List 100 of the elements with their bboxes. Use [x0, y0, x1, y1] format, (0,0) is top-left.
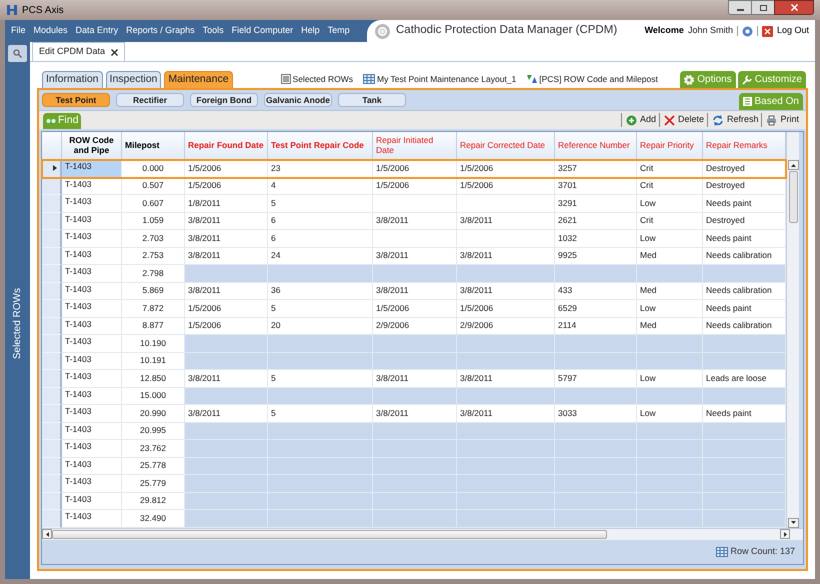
subtab[interactable]: Foreign Bond [190, 93, 258, 107]
menu-item[interactable]: Temp [328, 24, 350, 38]
table-row[interactable]: T-1403 2.753 3/8/2011 24 3/8/2011 3/8/2011 9925 Med Needs calibration [42, 248, 786, 265]
column-header[interactable]: Repair Corrected Date [457, 132, 555, 159]
side-panel-label[interactable]: Selected ROWs [10, 288, 25, 360]
table-row[interactable]: T-1403 7.872 1/5/2006 5 1/5/2006 1/5/2006 6529 Low Needs paint [42, 300, 786, 318]
table-cell: 2/9/2006 [373, 318, 457, 335]
table-cell: 20.995 [122, 422, 185, 440]
table-cell: Needs paint [703, 230, 786, 248]
subtab[interactable]: Tank [338, 93, 406, 107]
column-header[interactable]: Repair Priority [637, 132, 703, 159]
table-cell: 3/8/2011 [373, 370, 457, 388]
table-cell: Needs paint [703, 300, 786, 318]
table-cell: T-1403 [62, 492, 122, 510]
action-button[interactable]: Refresh [726, 113, 758, 127]
menu-item[interactable]: File [11, 24, 26, 38]
table-cell: T-1403 [62, 160, 122, 178]
table-row[interactable]: T-1403 8.877 1/5/2006 20 2/9/2006 2/9/2006 2114 Med Needs calibration [42, 318, 786, 335]
menu-item[interactable]: Modules [34, 24, 68, 38]
subtab[interactable]: Galvanic Anode [264, 93, 332, 107]
close-icon[interactable] [111, 48, 118, 56]
logo-ring-icon [375, 24, 390, 38]
table-row[interactable]: T-1403 20.990 3/8/2011 5 3/8/2011 3/8/2011 3033 Low Needs paint [42, 405, 786, 422]
tab[interactable]: Maintenance [164, 71, 233, 88]
maximize-button[interactable] [752, 0, 774, 15]
table-row[interactable]: T-1403 2.798 [42, 265, 786, 282]
table-cell: Needs calibration [703, 248, 786, 265]
table-row[interactable]: T-1403 29.812 [42, 492, 786, 510]
table-row[interactable]: T-1403 20.995 [42, 422, 786, 440]
menu-item[interactable]: Reports / Graphs [126, 24, 195, 38]
up-arrow-icon [790, 164, 796, 166]
menu-item[interactable]: Tools [202, 24, 224, 38]
binoculars-icon [46, 118, 56, 124]
table-row[interactable]: T-1403 23.762 [42, 440, 786, 458]
table-cell: Destroyed [703, 212, 786, 230]
table-cell: Needs calibration [703, 282, 786, 300]
table-cell: 7.872 [122, 300, 185, 318]
menu-item[interactable]: Data Entry [76, 24, 118, 38]
vertical-scrollbar[interactable] [786, 132, 799, 528]
action-button[interactable]: Print [780, 113, 799, 127]
document-tab[interactable]: Edit CPDM Data [32, 42, 126, 61]
action-button[interactable]: Add [640, 113, 656, 127]
table-cell: Low [637, 195, 703, 212]
table-cell: 1/5/2006 [185, 318, 268, 335]
column-header[interactable]: Repair Found Date [185, 132, 268, 159]
action-button[interactable]: Delete [678, 113, 704, 127]
table-cell: 6 [268, 212, 373, 230]
help-icon[interactable] [742, 26, 753, 36]
table-row[interactable]: T-1403 2.703 3/8/2011 6 1032 Low Needs paint [42, 230, 786, 248]
column-header[interactable]: Reference Number [555, 132, 637, 159]
toolbar-link[interactable]: Selected ROWs [292, 72, 353, 86]
table-cell: 32.490 [122, 510, 185, 528]
table-cell: 3257 [555, 160, 637, 178]
table-cell: 20 [268, 318, 373, 335]
table-cell: 1.059 [122, 212, 185, 230]
minimize-button[interactable] [728, 0, 752, 15]
tab[interactable]: Inspection [106, 71, 162, 88]
table-row[interactable]: T-1403 32.490 [42, 510, 786, 528]
column-header[interactable]: Repair Initiated Date [373, 132, 457, 159]
menu-item[interactable]: Help [301, 24, 320, 38]
table-cell: Med [637, 282, 703, 300]
logout-link[interactable]: Log Out [776, 24, 809, 38]
table-row[interactable]: T-1403 10.191 [42, 352, 786, 370]
user-name: John Smith [688, 24, 733, 38]
table-cell: Low [637, 370, 703, 388]
toolbar-link[interactable]: My Test Point Maintenance Layout_1 [377, 72, 516, 86]
close-box-icon[interactable] [762, 26, 773, 36]
table-row[interactable]: T-1403 25.779 [42, 475, 786, 492]
table-row[interactable]: T-1403 12.850 3/8/2011 5 3/8/2011 3/8/2011 5797 Low Leads are loose [42, 370, 786, 388]
subtab[interactable]: Rectifier [116, 93, 184, 107]
table-row[interactable]: T-1403 0.607 1/8/2011 5 3291 Low Needs paint [42, 195, 786, 212]
table-row[interactable]: T-1403 25.778 [42, 458, 786, 475]
table-row[interactable]: T-1403 1.059 3/8/2011 6 3/8/2011 3/8/2011 2621 Crit Destroyed [42, 212, 786, 230]
row-header[interactable] [42, 160, 62, 178]
table-row[interactable]: T-1403 15.000 [42, 388, 786, 405]
scroll-thumb[interactable] [788, 171, 798, 223]
subtab[interactable]: Test Point [42, 93, 110, 107]
table-cell: 5 [268, 370, 373, 388]
column-header[interactable]: Test Point Repair Code [268, 132, 373, 159]
toolbar-link[interactable]: [PCS] ROW Code and Milepost [539, 72, 658, 86]
table-cell: 5 [268, 195, 373, 212]
search-button[interactable] [8, 45, 27, 62]
close-button[interactable] [774, 0, 814, 15]
table-cell: T-1403 [62, 318, 122, 335]
search-icon [13, 49, 22, 58]
table-cell: 5 [268, 405, 373, 422]
table-row[interactable]: T-1403 5.869 3/8/2011 36 3/8/2011 3/8/2011 433 Med Needs calibration [42, 282, 786, 300]
column-header[interactable]: ROW Code and Pipe [62, 132, 122, 159]
scroll-thumb[interactable] [52, 530, 607, 538]
table-cell: 2114 [555, 318, 637, 335]
horizontal-scrollbar[interactable] [42, 528, 803, 540]
column-header[interactable]: Milepost [122, 132, 185, 159]
table-row[interactable]: T-1403 0.000 1/5/2006 23 1/5/2006 1/5/2006 3257 Crit Destroyed [42, 160, 786, 178]
gear-icon [684, 74, 694, 84]
app-title: Cathodic Protection Data Manager (CPDM) [396, 23, 618, 38]
table-cell: T-1403 [62, 510, 122, 528]
table-cell: 3/8/2011 [373, 405, 457, 422]
menu-item[interactable]: Field Computer [232, 24, 294, 38]
table-row[interactable]: T-1403 10.190 [42, 335, 786, 352]
tab[interactable]: Information [42, 71, 103, 88]
